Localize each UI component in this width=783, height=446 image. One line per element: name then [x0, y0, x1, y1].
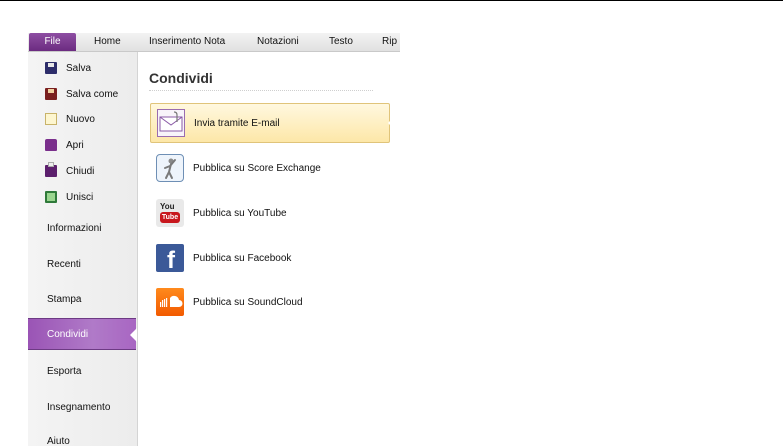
share-email-button[interactable]: Invia tramite E-mail [150, 103, 390, 143]
new-document-icon [45, 113, 57, 125]
share-soundcloud-button[interactable]: Pubblica su SoundCloud [150, 282, 390, 322]
tab-home[interactable]: Home [94, 33, 121, 51]
share-score-exchange-button[interactable]: Pubblica su Score Exchange [150, 148, 390, 188]
sidebar-item-stampa[interactable]: Stampa [28, 283, 137, 315]
sidebar-item-label: Chiudi [66, 165, 95, 177]
sidebar-item-condividi[interactable]: Condividi [28, 318, 136, 350]
tab-file[interactable]: File [29, 33, 76, 51]
page-title: Condividi [149, 70, 213, 86]
sidebar-item-label: Unisci [66, 191, 94, 203]
share-item-label: Pubblica su Facebook [193, 252, 292, 264]
open-folder-icon [45, 139, 57, 151]
email-icon [157, 109, 185, 137]
share-facebook-button[interactable]: f Pubblica su Facebook [150, 238, 390, 278]
share-youtube-button[interactable]: You Tube Pubblica su YouTube [150, 193, 390, 233]
tab-ripeti[interactable]: Rip [382, 33, 397, 51]
tab-testo[interactable]: Testo [329, 33, 353, 51]
selected-item-pointer [388, 117, 394, 129]
sidebar-item-informazioni[interactable]: Informazioni [28, 212, 137, 244]
backstage-sidebar: Salva Salva come Nuovo Apri Chiudi Unisc… [28, 52, 138, 446]
sidebar-item-label: Apri [66, 139, 84, 151]
tab-inserimento-nota[interactable]: Inserimento Nota [149, 33, 225, 51]
share-item-label: Pubblica su SoundCloud [193, 296, 303, 308]
sidebar-item-nuovo[interactable]: Nuovo [28, 109, 137, 129]
sidebar-item-label: Salva come [66, 88, 119, 100]
sidebar-item-label: Salva [66, 62, 92, 74]
sidebar-item-label: Nuovo [66, 113, 95, 125]
title-divider [149, 90, 373, 91]
sidebar-item-unisci[interactable]: Unisci [28, 187, 137, 207]
soundcloud-icon [156, 288, 184, 316]
save-icon [45, 62, 57, 74]
share-panel: Condividi Invia tramite E-mail Pubblica … [138, 52, 400, 446]
facebook-icon: f [156, 244, 184, 272]
sidebar-item-esporta[interactable]: Esporta [28, 355, 137, 387]
sidebar-item-salva[interactable]: Salva [28, 58, 137, 78]
sidebar-item-salva-come[interactable]: Salva come [28, 84, 137, 104]
application-window: File Home Inserimento Nota Notazioni Tes… [28, 33, 400, 446]
share-item-label: Pubblica su Score Exchange [193, 162, 321, 174]
merge-icon [45, 191, 57, 203]
sidebar-item-chiudi[interactable]: Chiudi [28, 161, 137, 181]
sidebar-item-recenti[interactable]: Recenti [28, 248, 137, 280]
sidebar-item-aiuto[interactable]: Aiuto [28, 425, 137, 446]
share-item-label: Pubblica su YouTube [193, 207, 287, 219]
sidebar-item-insegnamento[interactable]: Insegnamento [28, 391, 137, 423]
youtube-icon: You Tube [156, 199, 184, 227]
ribbon-tab-bar: File Home Inserimento Nota Notazioni Tes… [28, 33, 400, 52]
top-border [0, 0, 783, 1]
tab-notazioni[interactable]: Notazioni [257, 33, 299, 51]
score-exchange-icon [156, 154, 184, 182]
sidebar-item-apri[interactable]: Apri [28, 135, 137, 155]
close-folder-icon [45, 162, 57, 177]
share-item-label: Invia tramite E-mail [194, 117, 280, 129]
save-as-icon [45, 88, 57, 100]
active-section-pointer [130, 328, 137, 342]
